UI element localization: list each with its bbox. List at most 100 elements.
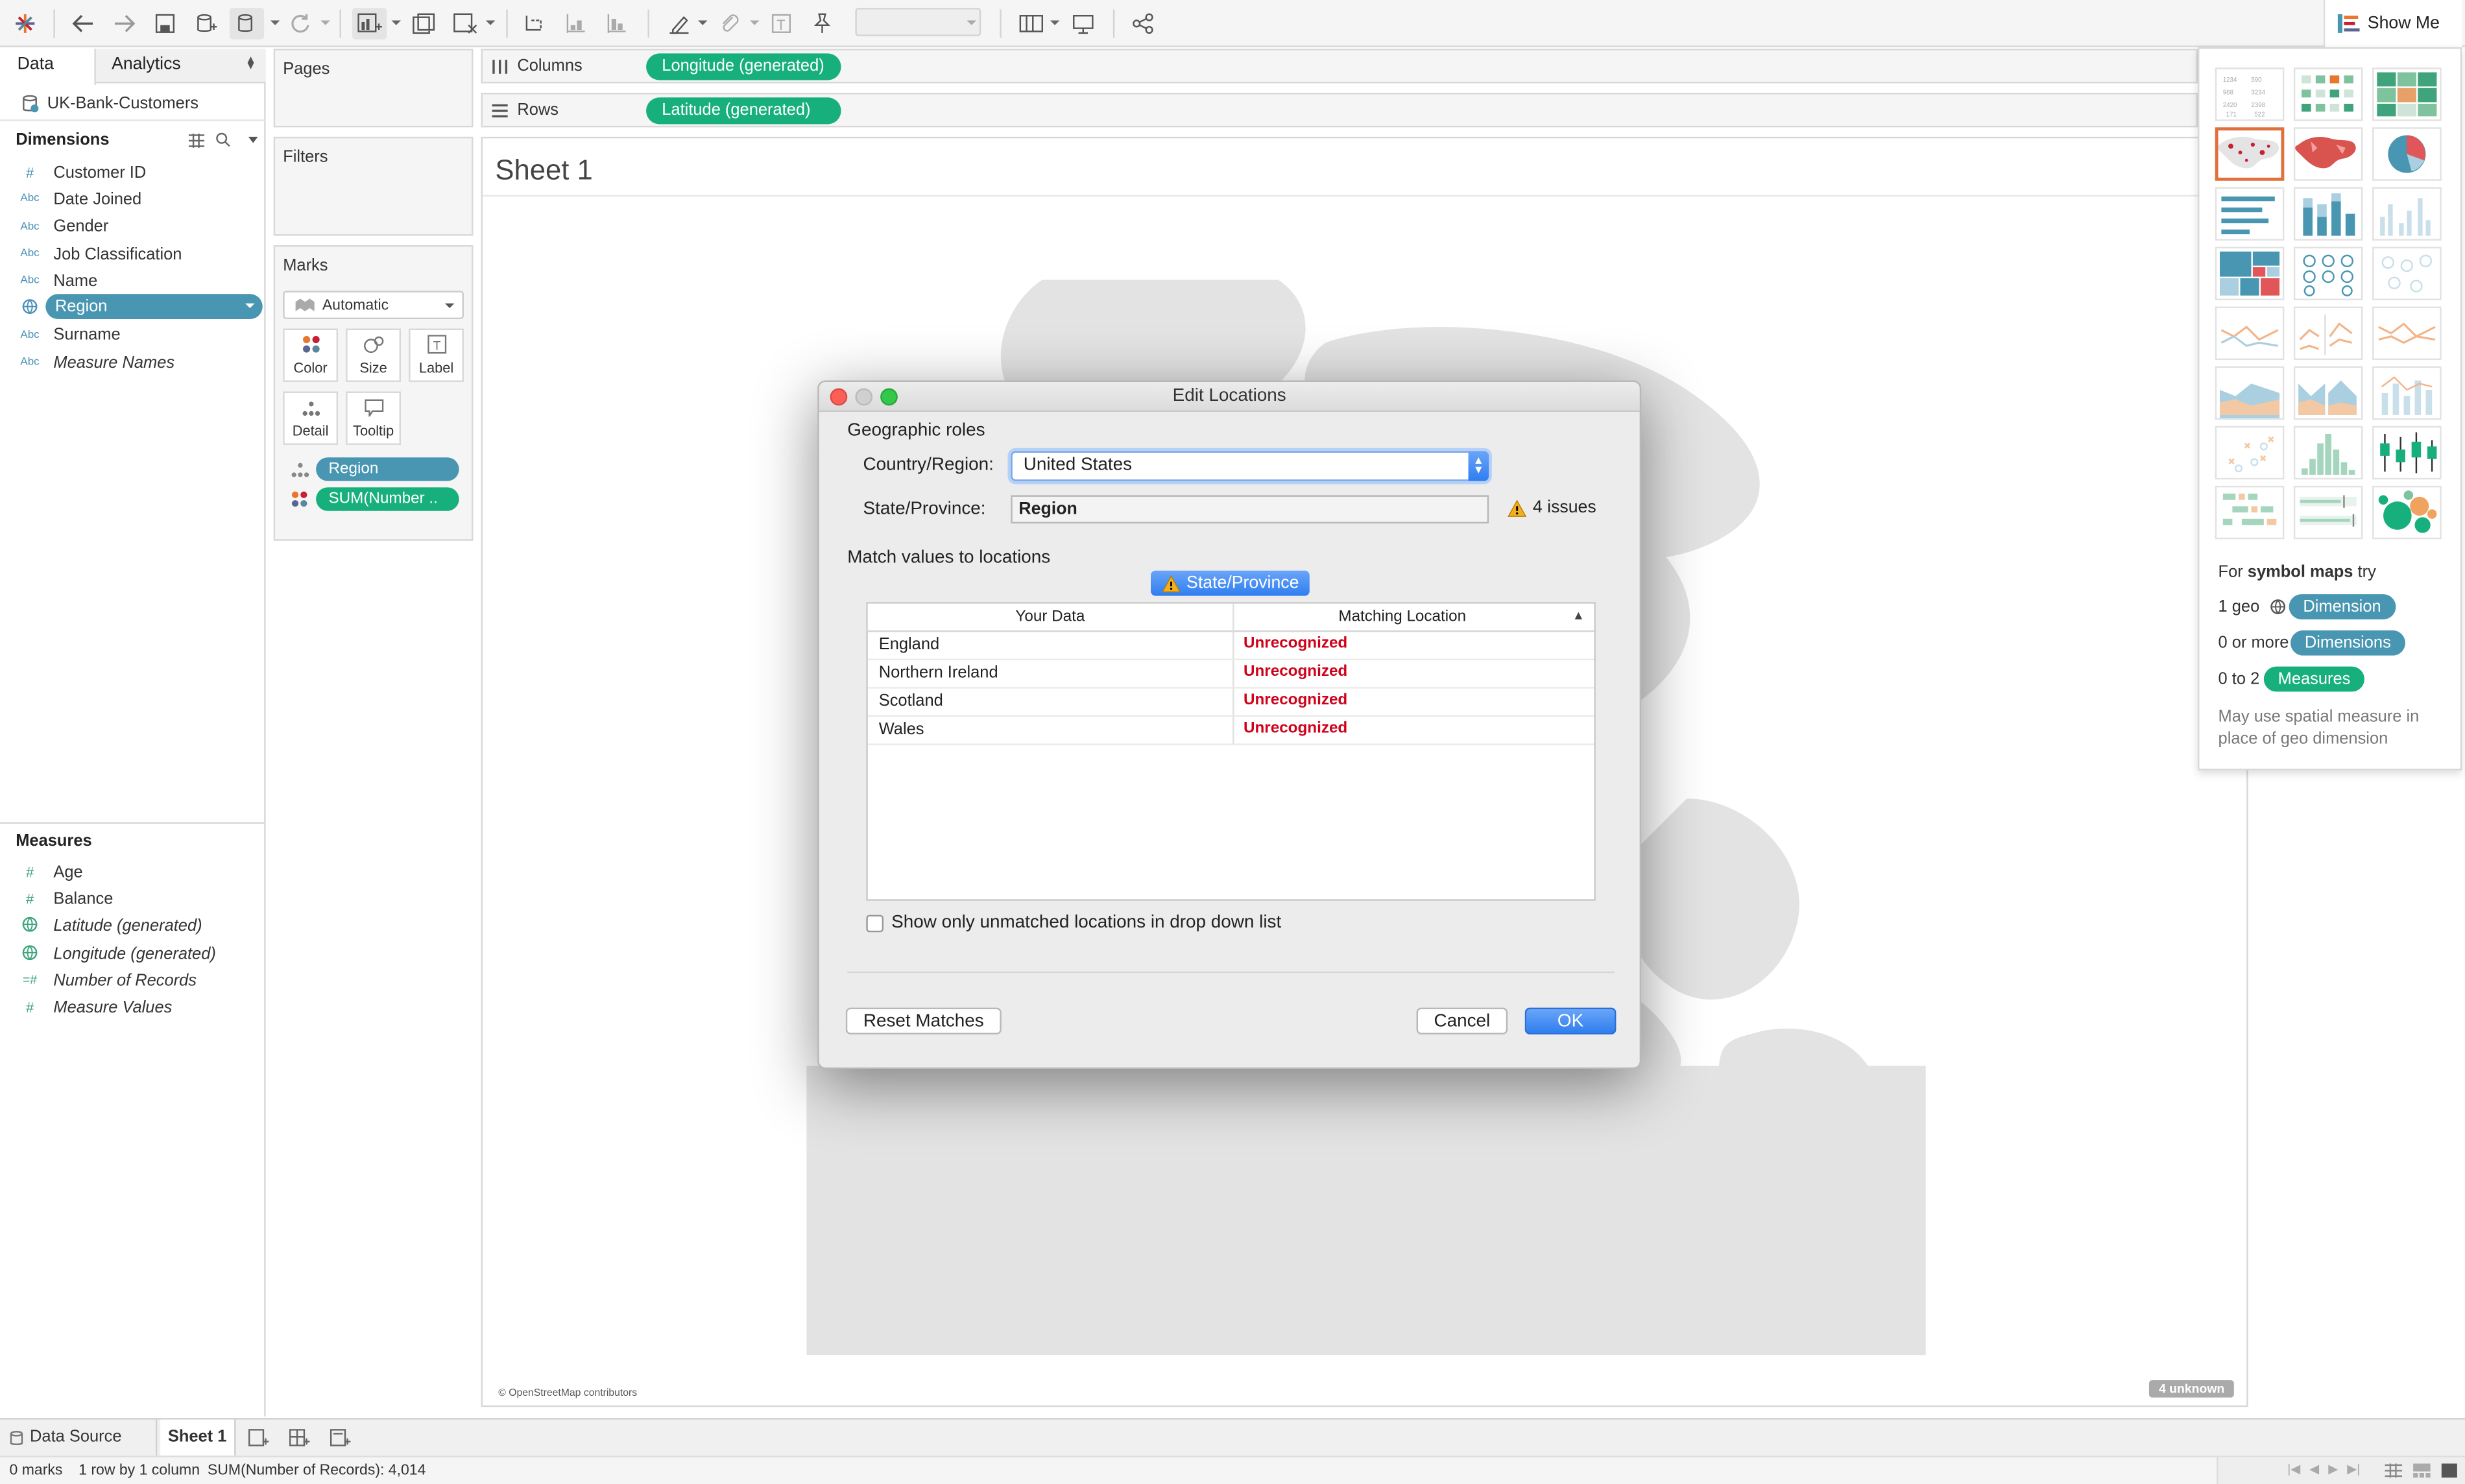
undo-icon[interactable] [69, 8, 98, 39]
pause-updates-icon[interactable] [229, 8, 265, 40]
chart-type-filled-map[interactable] [2293, 127, 2363, 181]
tableau-logo-icon[interactable] [12, 8, 38, 39]
chevron-down-icon[interactable] [270, 20, 280, 25]
chart-type-text-table[interactable]: 1234 590 968 3234 2420 2398 171 522 [2215, 67, 2285, 121]
chart-type-discrete-lines[interactable] [2293, 306, 2363, 361]
chart-type-heat-map[interactable] [2372, 67, 2442, 121]
map-attribution[interactable]: © OpenStreetMap contributors [498, 1388, 637, 1399]
measure-number-of-records[interactable]: =# Number of Records [0, 967, 266, 994]
chevron-down-icon[interactable] [967, 20, 976, 25]
collapse-arrows-icon[interactable]: ▲ ▼ [245, 55, 256, 73]
dimension-gender[interactable]: Abc Gender [0, 213, 266, 241]
tab-analytics[interactable]: Analytics [112, 49, 181, 83]
sort-up-icon[interactable]: ▲ [1572, 608, 1585, 623]
search-icon[interactable] [215, 132, 231, 148]
chart-type-bullet-graph[interactable] [2293, 485, 2363, 540]
highlight-icon[interactable] [664, 8, 695, 39]
filmstrip-icon[interactable] [2413, 1463, 2431, 1478]
filters-shelf[interactable]: Filters [273, 136, 474, 236]
dimension-customer-id[interactable]: # Customer ID [0, 159, 266, 186]
measure-balance[interactable]: # Balance [0, 885, 266, 913]
region-selected-pill[interactable]: Region [45, 294, 263, 320]
new-dashboard-icon[interactable] [289, 1420, 310, 1456]
ok-button[interactable]: OK [1524, 1007, 1617, 1035]
chart-type-area-continuous[interactable] [2215, 366, 2285, 420]
measure-age[interactable]: # Age [0, 858, 266, 885]
new-story-icon[interactable] [330, 1420, 351, 1456]
latitude-pill[interactable]: Latitude (generated) [646, 97, 841, 125]
updown-arrows-icon[interactable]: ▲ ▼ [1468, 451, 1489, 481]
sheet-title[interactable]: Sheet 1 [495, 154, 592, 187]
chevron-down-icon[interactable] [750, 20, 760, 25]
chart-type-packed-bubbles[interactable] [2372, 485, 2442, 540]
chart-type-highlight-table[interactable] [2293, 67, 2363, 121]
chevron-down-icon[interactable] [444, 303, 455, 309]
chart-type-circle-views[interactable] [2293, 246, 2363, 300]
refresh-icon[interactable] [286, 8, 315, 39]
matching-location-column-header[interactable]: Matching Location [1234, 608, 1570, 626]
chevron-down-icon[interactable] [320, 20, 330, 25]
dimension-name[interactable]: Abc Name [0, 267, 266, 294]
chevron-down-icon[interactable] [485, 20, 496, 25]
dimension-job-classification[interactable]: Abc Job Classification [0, 241, 266, 268]
unmatched-only-checkbox-row[interactable]: Show only unmatched locations in drop do… [866, 913, 1281, 932]
measure-longitude[interactable]: Longitude (generated) [0, 940, 266, 967]
unknown-indicator[interactable]: 4 unknown [2149, 1380, 2234, 1398]
region-detail-pill[interactable]: Region [316, 457, 459, 481]
chart-type-side-by-side-circles[interactable] [2372, 246, 2442, 300]
swap-rows-columns-icon[interactable] [519, 8, 550, 39]
chart-type-area-discrete[interactable] [2293, 366, 2363, 420]
cancel-button[interactable]: Cancel [1416, 1007, 1508, 1035]
clear-sheet-icon[interactable] [450, 8, 481, 39]
sheet-1-tab[interactable]: Sheet 1 [160, 1419, 236, 1456]
sort-descending-icon[interactable] [601, 8, 632, 39]
columns-shelf[interactable]: Columns Longitude (generated) [481, 49, 2198, 84]
last-sheet-icon[interactable]: ▶| [2347, 1462, 2360, 1476]
previous-sheet-icon[interactable]: ◀ [2309, 1462, 2319, 1476]
redo-icon[interactable] [110, 8, 139, 39]
chart-type-side-by-side-bars[interactable] [2372, 187, 2442, 241]
chart-type-box-whisker[interactable] [2372, 425, 2442, 480]
chevron-down-icon[interactable] [245, 304, 255, 309]
country-region-select[interactable]: United States ▲ ▼ [1011, 451, 1489, 481]
table-row[interactable]: Northern Ireland Unrecognized [867, 660, 1594, 689]
chevron-down-icon[interactable] [698, 20, 708, 25]
tab-data[interactable]: Data [0, 49, 96, 85]
fit-select[interactable] [855, 8, 981, 36]
next-sheet-icon[interactable]: ▶ [2328, 1462, 2338, 1476]
chart-type-scatter-plot[interactable] [2215, 425, 2285, 480]
label-mark-button[interactable]: T Label [409, 328, 464, 382]
new-worksheet-icon[interactable] [352, 8, 387, 40]
chart-type-treemap[interactable] [2215, 246, 2285, 300]
data-source-tab[interactable]: Data Source [6, 1419, 158, 1456]
chevron-down-icon[interactable] [391, 20, 401, 25]
grid-view-icon[interactable] [188, 132, 205, 147]
chart-type-stacked-bars[interactable] [2293, 187, 2363, 241]
unmatched-only-checkbox[interactable] [866, 914, 884, 932]
group-members-icon[interactable] [714, 8, 745, 39]
table-row[interactable]: Wales Unrecognized [867, 717, 1594, 745]
dimension-surname[interactable]: Abc Surname [0, 322, 266, 349]
chart-type-dual-combination[interactable] [2372, 366, 2442, 420]
new-datasource-icon[interactable] [192, 8, 221, 39]
chart-type-histogram[interactable] [2293, 425, 2363, 480]
share-icon[interactable] [1129, 8, 1157, 39]
longitude-pill[interactable]: Longitude (generated) [646, 53, 841, 80]
chart-type-gantt[interactable] [2215, 485, 2285, 540]
sheet-sorter-icon[interactable] [2385, 1463, 2403, 1478]
detail-mark-button[interactable]: Detail [283, 391, 339, 445]
datasource-item[interactable]: UK-Bank-Customers [0, 86, 266, 121]
sum-records-color-pill[interactable]: SUM(Number .. [316, 487, 459, 511]
dimension-region[interactable]: Region [0, 294, 266, 322]
presentation-mode-icon[interactable] [1069, 8, 1098, 39]
rows-shelf[interactable]: Rows Latitude (generated) [481, 92, 2198, 128]
your-data-column-header[interactable]: Your Data [868, 608, 1232, 626]
duplicate-sheet-icon[interactable] [409, 8, 440, 39]
mark-type-select[interactable]: Automatic [283, 291, 464, 320]
measure-latitude[interactable]: Latitude (generated) [0, 913, 266, 940]
pages-shelf[interactable]: Pages [273, 49, 474, 128]
table-row[interactable]: Scotland Unrecognized [867, 689, 1594, 717]
save-icon[interactable] [151, 8, 180, 39]
first-sheet-icon[interactable]: |◀ [2287, 1462, 2300, 1476]
color-mark-button[interactable]: Color [283, 328, 339, 382]
